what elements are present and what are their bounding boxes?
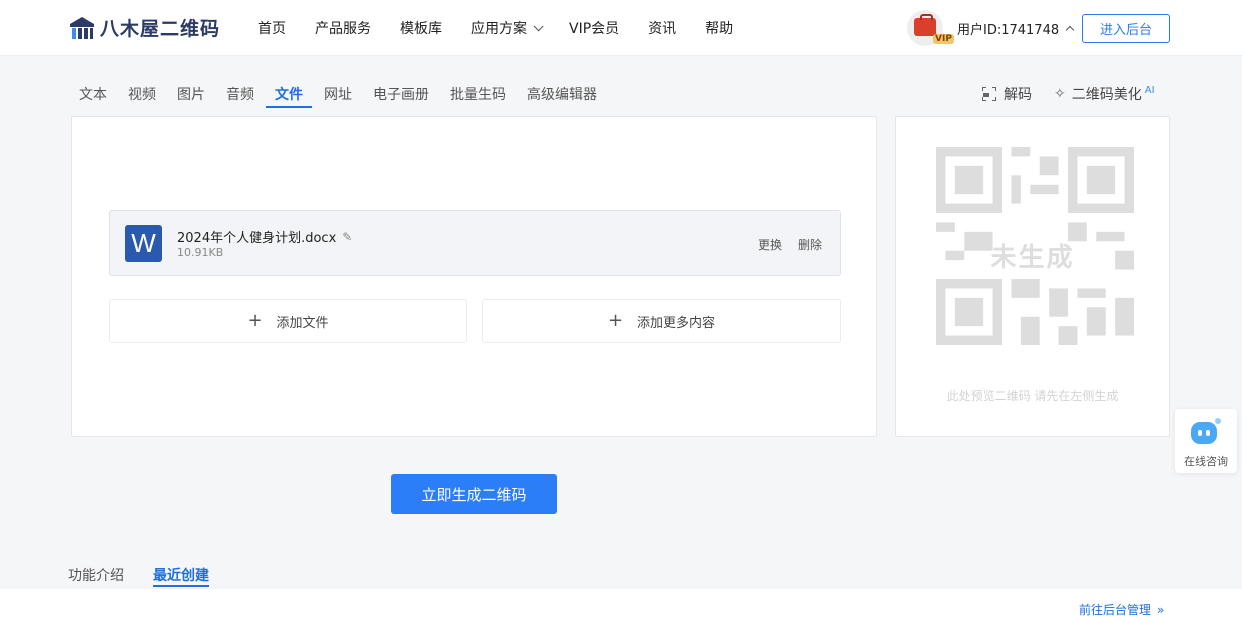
generate-qr-button[interactable]: 立即生成二维码	[391, 474, 557, 514]
plus-icon: +	[607, 310, 624, 331]
tab-features[interactable]: 功能介绍	[68, 565, 124, 587]
not-generated-label: 未生成	[990, 243, 1075, 273]
file-name-text: 2024年个人健身计划.docx	[177, 231, 337, 246]
nav-vip[interactable]: VIP会员	[569, 18, 619, 38]
word-file-icon: W	[125, 225, 162, 262]
user-id-text: 用户ID:1741748	[957, 22, 1060, 38]
tab-batch[interactable]: 批量生码	[441, 84, 515, 108]
tab-url[interactable]: 网址	[315, 84, 361, 108]
chevron-down-icon	[533, 20, 544, 31]
delete-file-button[interactable]: 删除	[798, 236, 822, 253]
file-editor-panel: W 2024年个人健身计划.docx ✎ 10.91KB 更换 删除 + 添加文…	[71, 116, 877, 437]
user-id-label: 用户ID:1741748	[957, 19, 1075, 38]
nav-label: 首页	[258, 21, 286, 37]
tab-image[interactable]: 图片	[168, 84, 214, 108]
preview-hint: 此处预览二维码 请先在左侧生成	[946, 389, 1119, 403]
chat-bot-icon	[1191, 422, 1217, 444]
beautify-label: 二维码美化	[1071, 87, 1142, 103]
bottom-tabs: 功能介绍 最近创建	[68, 565, 238, 587]
top-header: 八木屋二维码 首页 产品服务 模板库 应用方案 VIP会员 资讯 帮助 VIP …	[0, 0, 1242, 56]
go-backend-link[interactable]: 前往后台管理 »	[1079, 601, 1164, 618]
nav-label: 模板库	[400, 21, 442, 37]
tab-advanced-editor[interactable]: 高级编辑器	[518, 84, 606, 108]
nav-help[interactable]: 帮助	[705, 18, 733, 38]
nav-news[interactable]: 资讯	[648, 18, 676, 38]
online-consult-widget[interactable]: 在线咨询	[1175, 409, 1237, 473]
replace-file-button[interactable]: 更换	[758, 236, 782, 253]
tab-video[interactable]: 视频	[119, 84, 165, 108]
add-file-button[interactable]: + 添加文件	[109, 299, 467, 343]
edit-pencil-icon[interactable]: ✎	[342, 230, 352, 244]
nav-solutions[interactable]: 应用方案	[471, 18, 544, 38]
qr-preview-panel: 未生成 此处预览二维码 请先在左侧生成	[895, 116, 1170, 437]
double-chevron-right-icon: »	[1157, 602, 1165, 617]
site-logo[interactable]: 八木屋二维码	[68, 14, 220, 41]
tab-album[interactable]: 电子画册	[364, 84, 438, 108]
scan-icon	[982, 87, 996, 101]
chevron-up-icon	[1065, 25, 1075, 35]
nav-label: 帮助	[705, 21, 734, 37]
plus-icon: +	[247, 310, 263, 331]
uploaded-file-card: W 2024年个人健身计划.docx ✎ 10.91KB 更换 删除	[109, 210, 841, 276]
recent-list-area	[0, 589, 1242, 618]
file-name: 2024年个人健身计划.docx ✎	[177, 227, 352, 247]
briefcase-icon	[914, 14, 936, 36]
add-more-content-button[interactable]: + 添加更多内容	[482, 299, 841, 343]
tab-text[interactable]: 文本	[70, 84, 116, 108]
manage-link-text: 前往后台管理	[1079, 603, 1152, 617]
sparkle-icon	[1215, 418, 1221, 424]
nav-templates[interactable]: 模板库	[400, 18, 442, 38]
logo-house-icon	[68, 15, 96, 41]
content-type-tabs: 文本 视频 图片 音频 文件 网址 电子画册 批量生码 高级编辑器	[70, 84, 609, 108]
decode-label: 解码	[1004, 87, 1032, 103]
file-size: 10.91KB	[177, 246, 224, 259]
qr-tools: 解码 ✧ 二维码美化 AI	[982, 84, 1155, 104]
nav-label: 资讯	[648, 21, 677, 37]
nav-label: 产品服务	[315, 21, 371, 37]
ai-tag: AI	[1144, 84, 1155, 96]
nav-home[interactable]: 首页	[258, 18, 286, 38]
consult-label: 在线咨询	[1184, 455, 1228, 468]
main-nav: 首页 产品服务 模板库 应用方案 VIP会员 资讯 帮助	[258, 18, 762, 38]
tab-audio[interactable]: 音频	[217, 84, 263, 108]
add-more-label: 添加更多内容	[637, 315, 716, 331]
user-menu[interactable]: VIP 用户ID:1741748	[907, 10, 1075, 46]
nav-label: 应用方案	[471, 21, 527, 37]
vip-badge: VIP	[933, 34, 954, 44]
tab-file[interactable]: 文件	[266, 84, 312, 108]
beautify-button[interactable]: ✧ 二维码美化 AI	[1054, 84, 1155, 104]
logo-text: 八木屋二维码	[100, 18, 221, 40]
nav-products[interactable]: 产品服务	[315, 18, 371, 38]
nav-label: VIP会员	[569, 21, 620, 37]
tab-recent[interactable]: 最近创建	[153, 565, 209, 587]
enter-backend-button[interactable]: 进入后台	[1082, 14, 1170, 43]
decode-button[interactable]: 解码	[982, 84, 1032, 104]
magic-wand-icon: ✧	[1054, 86, 1066, 102]
add-file-label: 添加文件	[276, 315, 329, 331]
avatar: VIP	[907, 10, 954, 46]
